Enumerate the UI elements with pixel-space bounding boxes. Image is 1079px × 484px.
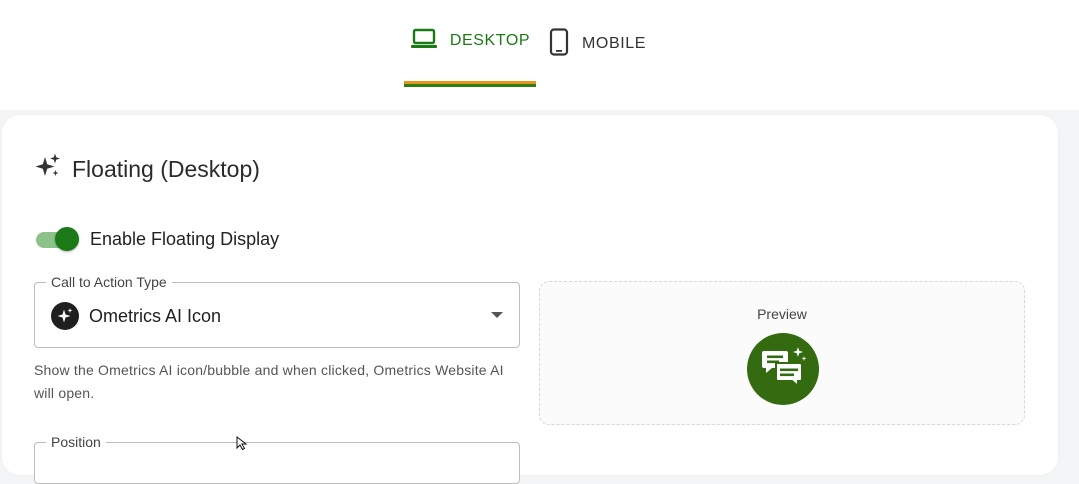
enable-floating-switch[interactable] bbox=[34, 226, 80, 252]
chat-sparkle-icon bbox=[759, 345, 807, 394]
preview-label: Preview bbox=[757, 306, 807, 322]
position-label: Position bbox=[46, 434, 106, 450]
chevron-down-icon[interactable] bbox=[491, 312, 503, 318]
cta-type-select[interactable]: Call to Action Type Ometrics AI Icon bbox=[34, 274, 520, 348]
cta-type-value-row: Ometrics AI Icon bbox=[51, 302, 221, 330]
tab-mobile[interactable]: MOBILE bbox=[548, 0, 658, 88]
preview-panel: Preview bbox=[539, 281, 1025, 425]
cta-helper-text: Show the Ometrics AI icon/bubble and whe… bbox=[34, 362, 504, 401]
tab-mobile-label: MOBILE bbox=[582, 35, 647, 52]
device-tabbar: DESKTOP MOBILE bbox=[0, 0, 1079, 110]
cta-type-value: Ometrics AI Icon bbox=[89, 305, 222, 326]
section-header: Floating (Desktop) bbox=[34, 152, 260, 186]
laptop-icon bbox=[410, 28, 438, 55]
phone-icon bbox=[548, 27, 570, 61]
tab-desktop-label: DESKTOP bbox=[449, 32, 531, 49]
preview-chat-bubble[interactable] bbox=[747, 333, 819, 405]
position-select[interactable]: Position bbox=[34, 434, 520, 484]
sparkles-icon bbox=[34, 152, 62, 186]
tab-desktop[interactable]: DESKTOP bbox=[404, 0, 536, 88]
switch-thumb bbox=[55, 227, 79, 251]
ai-sparkle-icon bbox=[51, 302, 79, 330]
cta-type-label: Call to Action Type bbox=[46, 274, 172, 290]
section-title: Floating (Desktop) bbox=[72, 155, 260, 182]
mouse-pointer-icon bbox=[236, 435, 248, 455]
active-tab-indicator bbox=[404, 81, 536, 87]
enable-floating-label: Enable Floating Display bbox=[90, 228, 280, 249]
enable-floating-row: Enable Floating Display bbox=[34, 226, 279, 252]
